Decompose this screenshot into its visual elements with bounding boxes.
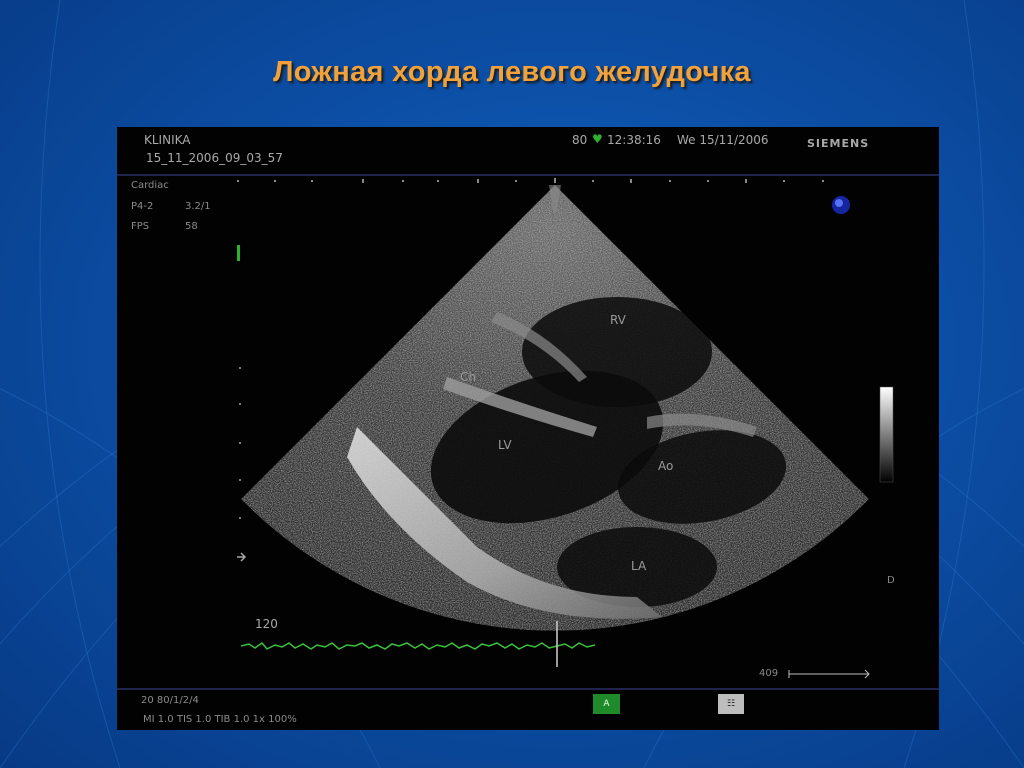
structure-label-lv: LV [498, 438, 512, 452]
ultrasound-image: KLINIKA 15_11_2006_09_03_57 80 ♥ 12:38:1… [117, 127, 939, 730]
depth-label: D [887, 575, 895, 586]
ecg-trace [240, 641, 596, 650]
slide-title: Ложная хорда левого желудочка [273, 56, 751, 88]
footer-line-2: MI 1.0 TIS 1.0 TIB 1.0 1x 100% [143, 714, 297, 725]
heart-icon: ♥ [592, 132, 603, 146]
fps-label: FPS [131, 221, 150, 232]
siemens-s-logo [832, 196, 850, 214]
file-name: 15_11_2006_09_03_57 [146, 151, 283, 165]
header-time: 12:38:16 [607, 133, 661, 147]
focus-marker-icon [237, 552, 247, 562]
mode-badge[interactable]: A [593, 694, 620, 714]
header-date: We 15/11/2006 [677, 133, 769, 147]
top-ruler [237, 178, 824, 183]
ecg-gain-label: 120 [255, 617, 278, 631]
grayscale-bar [879, 386, 894, 483]
grid-icon[interactable]: ☷ [718, 694, 744, 714]
left-ruler [239, 367, 241, 519]
green-marker [237, 245, 240, 261]
footer-line-1: 20 80/1/2/4 [141, 695, 199, 706]
structure-label-la: LA [631, 559, 647, 573]
brand-name: SIEMENS [807, 137, 870, 150]
echo-sector-image [117, 174, 939, 690]
fps-value: 58 [185, 221, 198, 232]
structure-label-ao: Ao [658, 459, 674, 473]
preset-label: Cardiac [131, 180, 169, 191]
structure-label-ch: Ch [460, 370, 476, 384]
probe-label: P4-2 [131, 201, 154, 212]
structure-label-rv: RV [610, 313, 626, 327]
scale-bar [788, 669, 870, 679]
probe-value: 3.2/1 [185, 201, 211, 212]
heart-rate: 80 [572, 133, 588, 147]
clinic-name: KLINIKA [144, 133, 191, 147]
scale-value: 409 [759, 668, 779, 679]
